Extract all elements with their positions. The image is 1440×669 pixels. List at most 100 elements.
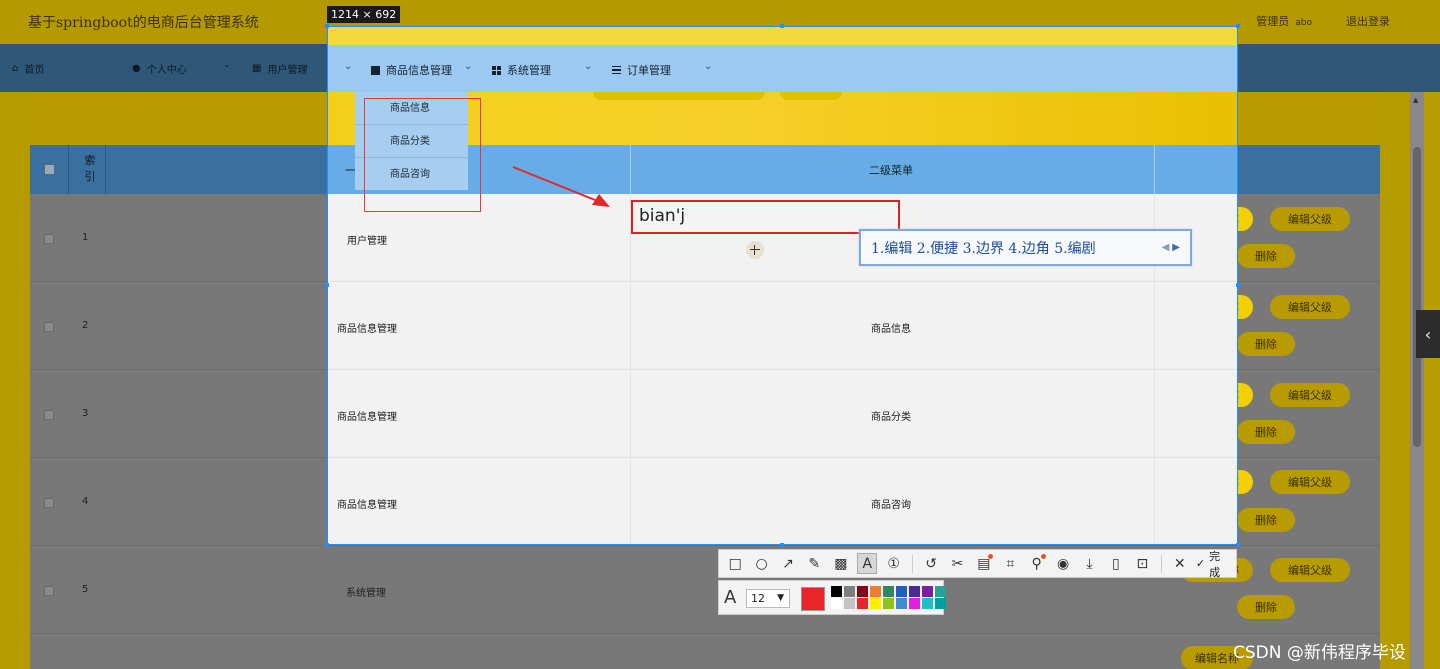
ocr-icon[interactable]: ▤ bbox=[974, 553, 994, 574]
edit-parent-button[interactable]: 编辑父级 bbox=[1270, 558, 1350, 582]
number-tool-icon[interactable]: ① bbox=[883, 553, 903, 574]
ime-candidate-bar[interactable]: 1.编辑 2.便捷 3.边界 4.边角 5.编剧 ◀ ▶ bbox=[859, 229, 1192, 266]
row-checkbox[interactable] bbox=[44, 498, 54, 508]
color-swatch[interactable] bbox=[857, 586, 868, 597]
delete-button[interactable]: 删除 bbox=[1237, 508, 1295, 532]
delete-button[interactable]: 删除 bbox=[1237, 332, 1295, 356]
phone-icon[interactable]: ▯ bbox=[1106, 553, 1126, 574]
pencil-tool-icon[interactable]: ✎ bbox=[804, 553, 824, 574]
font-size-select[interactable]: 12 ▼ bbox=[746, 589, 790, 608]
color-swatch[interactable] bbox=[831, 598, 842, 609]
cutout-icon[interactable]: ✂ bbox=[947, 553, 967, 574]
delete-button[interactable]: 删除 bbox=[1237, 420, 1295, 444]
resize-handle[interactable] bbox=[780, 24, 784, 28]
row-index: 4 bbox=[82, 496, 89, 507]
nav-profile[interactable]: ● 个人中心 bbox=[132, 61, 187, 76]
person-icon: ● bbox=[132, 63, 141, 74]
resize-handle[interactable] bbox=[325, 543, 329, 547]
row-index: 2 bbox=[82, 320, 89, 331]
resize-handle[interactable] bbox=[1236, 283, 1240, 287]
nav-home[interactable]: ⌂ 首页 bbox=[12, 61, 44, 76]
color-swatch[interactable] bbox=[935, 598, 946, 609]
screenshot-selection[interactable]: ⌄ 商品信息管理 ⌄ 系统管理 ⌄ 订单管理 ⌄ 一 二级菜单 操作 用户管理 … bbox=[327, 26, 1238, 545]
mosaic-tool-icon[interactable]: ▩ bbox=[831, 553, 851, 574]
annotation-arrow bbox=[512, 166, 610, 207]
banner-right bbox=[1275, 92, 1380, 144]
resize-handle[interactable] bbox=[325, 283, 329, 287]
home-icon: ⌂ bbox=[12, 63, 19, 74]
close-icon[interactable]: ✕ bbox=[1169, 553, 1189, 574]
row-checkbox[interactable] bbox=[44, 234, 54, 244]
color-swatch[interactable] bbox=[870, 586, 881, 597]
chevron-down-icon: ⌄ bbox=[584, 61, 593, 72]
color-swatch[interactable] bbox=[844, 586, 855, 597]
download-icon[interactable]: ⤓ bbox=[1079, 553, 1099, 574]
chevron-down-icon: ⌄ bbox=[344, 61, 353, 72]
undo-icon[interactable]: ↺ bbox=[921, 553, 941, 574]
next-page-icon[interactable]: ▶ bbox=[1172, 242, 1180, 253]
edit-parent-button[interactable]: 编辑父级 bbox=[1270, 470, 1350, 494]
user-area: 管理员 abo 退出登录 bbox=[1256, 13, 1390, 29]
prev-page-icon[interactable]: ◀ bbox=[1162, 242, 1170, 253]
watermark: CSDN @新伟程序毕设 bbox=[1233, 643, 1406, 663]
ime-candidates[interactable]: 1.编辑 2.便捷 3.边界 4.边角 5.编剧 bbox=[871, 238, 1096, 258]
resize-handle[interactable] bbox=[1236, 543, 1240, 547]
chevron-down-icon: ⌄ bbox=[704, 61, 713, 72]
edit-parent-button[interactable]: 编辑父级 bbox=[1270, 207, 1350, 231]
arrow-tool-icon[interactable]: ↗ bbox=[778, 553, 798, 574]
delete-button[interactable]: 删除 bbox=[1237, 595, 1295, 619]
ellipse-tool-icon[interactable]: ○ bbox=[751, 553, 771, 574]
page-scrollbar[interactable]: ▲ bbox=[1410, 92, 1424, 669]
record-icon[interactable]: ◉ bbox=[1053, 553, 1073, 574]
scroll-up-icon[interactable]: ▲ bbox=[1413, 96, 1418, 104]
chevron-down-icon: ⌄ bbox=[464, 61, 473, 72]
nav-users[interactable]: ▦ 用户管理 bbox=[252, 61, 307, 76]
resize-handle[interactable] bbox=[780, 543, 784, 547]
select-all-checkbox[interactable] bbox=[44, 164, 55, 175]
nav-orders[interactable]: 订单管理 bbox=[612, 62, 671, 78]
color-swatch[interactable] bbox=[857, 598, 868, 609]
row-first-menu: 系统管理 bbox=[346, 588, 386, 599]
row-checkbox[interactable] bbox=[44, 586, 54, 596]
crosshair-cursor-icon bbox=[746, 241, 764, 259]
annotation-rectangle bbox=[364, 98, 481, 212]
color-swatch[interactable] bbox=[909, 586, 920, 597]
color-swatch[interactable] bbox=[922, 586, 933, 597]
color-swatch[interactable] bbox=[883, 586, 894, 597]
color-swatch[interactable] bbox=[883, 598, 894, 609]
color-swatch[interactable] bbox=[870, 598, 881, 609]
delete-button[interactable]: 删除 bbox=[1237, 244, 1295, 268]
edit-parent-button[interactable]: 编辑父级 bbox=[1270, 383, 1350, 407]
nav-product-info[interactable]: 商品信息管理 bbox=[371, 62, 452, 78]
pin-icon[interactable]: ⚲ bbox=[1026, 553, 1046, 574]
side-panel-toggle[interactable]: ‹ bbox=[1416, 310, 1440, 358]
edit-parent-button[interactable]: 编辑父级 bbox=[1270, 295, 1350, 319]
color-swatch[interactable] bbox=[896, 598, 907, 609]
done-button[interactable]: ✓ 完成 bbox=[1196, 548, 1236, 580]
color-swatch[interactable] bbox=[831, 586, 842, 597]
resize-handle[interactable] bbox=[325, 24, 329, 28]
color-palette bbox=[831, 586, 946, 609]
text-tool-icon[interactable]: A bbox=[857, 553, 878, 574]
bookmark-icon[interactable]: ⊡ bbox=[1132, 553, 1152, 574]
selection-size-label: 1214 × 692 bbox=[327, 6, 401, 23]
logout-link[interactable]: 退出登录 bbox=[1346, 13, 1390, 29]
grid-icon bbox=[492, 65, 501, 75]
resize-handle[interactable] bbox=[1236, 24, 1240, 28]
color-swatch[interactable] bbox=[909, 598, 920, 609]
scroll-thumb[interactable] bbox=[1413, 147, 1421, 447]
row-checkbox[interactable] bbox=[44, 322, 54, 332]
screenshot-toolbar: □ ○ ↗ ✎ ▩ A ① ↺ ✂ ▤ ⌗ ⚲ ◉ ⤓ ▯ ⊡ ✕ ✓ 完成 bbox=[718, 548, 1237, 580]
row-first-menu: 商品信息管理 bbox=[337, 500, 397, 511]
rectangle-tool-icon[interactable]: □ bbox=[725, 553, 745, 574]
color-swatch[interactable] bbox=[935, 586, 946, 597]
table-row: 商品信息管理 商品分类 bbox=[328, 370, 1237, 458]
text-style-bar: A 12 ▼ bbox=[718, 580, 946, 615]
row-checkbox[interactable] bbox=[44, 410, 54, 420]
color-swatch[interactable] bbox=[922, 598, 933, 609]
nav-system[interactable]: 系统管理 bbox=[492, 62, 551, 78]
color-swatch[interactable] bbox=[896, 586, 907, 597]
color-swatch[interactable] bbox=[844, 598, 855, 609]
current-color-swatch[interactable] bbox=[801, 587, 825, 611]
scan-icon[interactable]: ⌗ bbox=[1000, 553, 1020, 574]
